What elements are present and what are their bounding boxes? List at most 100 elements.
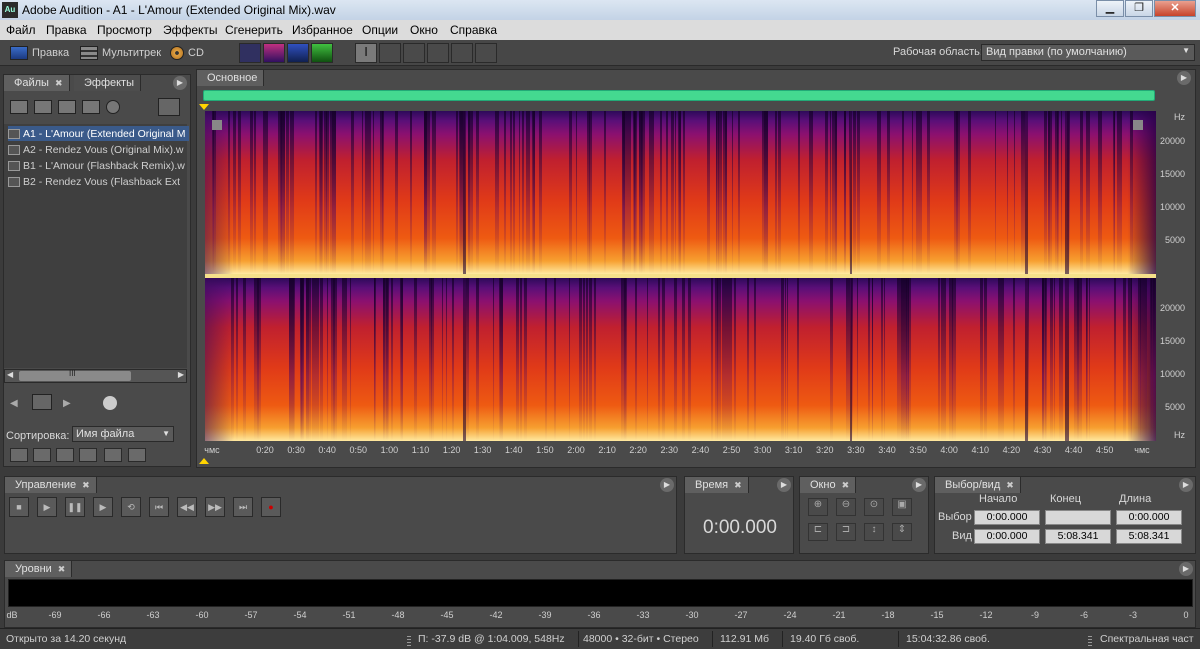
playhead-marker-icon[interactable] [199, 104, 209, 110]
view-start-field[interactable]: 0:00.000 [974, 529, 1040, 544]
open-file-icon[interactable] [10, 100, 28, 114]
close-icon[interactable]: ✕ [1154, 0, 1196, 17]
spot-healing-brush-icon[interactable] [451, 43, 473, 63]
zoom-left-edge-icon[interactable]: ⊏ [808, 523, 828, 541]
panel-menu-icon[interactable]: ▶ [912, 478, 926, 492]
panel-menu-icon[interactable]: ▶ [1177, 71, 1191, 85]
close-icon[interactable]: ✖ [734, 480, 742, 490]
menu-favorites[interactable]: Избранное [292, 23, 353, 37]
time-selection-tool-icon[interactable]: I [355, 43, 377, 63]
zoom-out-vertical-icon[interactable]: ⇕ [892, 523, 912, 541]
menu-help[interactable]: Справка [450, 23, 497, 37]
menu-effects[interactable]: Эффекты [163, 23, 218, 37]
preview-rewind-icon[interactable]: ◀ [10, 398, 18, 409]
tab-effects[interactable]: Эффекты [74, 75, 142, 91]
stop-button[interactable]: ■ [9, 497, 29, 517]
close-icon[interactable]: ✖ [58, 564, 66, 574]
view-end-field[interactable]: 5:08.341 [1045, 529, 1111, 544]
zoom-in-vertical-icon[interactable]: ↕ [864, 523, 884, 541]
selection-length-field[interactable]: 0:00.000 [1116, 510, 1182, 525]
insert-cd-icon[interactable] [106, 100, 120, 114]
zoom-selection-icon[interactable]: ▣ [892, 498, 912, 516]
close-icon[interactable]: ✖ [842, 480, 850, 490]
pause-button[interactable]: ❚❚ [65, 497, 85, 517]
selection-end-field[interactable] [1045, 510, 1111, 525]
preview-volume-knob-icon[interactable] [103, 396, 117, 410]
list-item[interactable]: A2 - Rendez Vous (Original Mix).w [8, 142, 189, 157]
time-ruler[interactable]: чмс чмс 0:20 0:30 0:40 0:50 1:00 1:10 1:20 1:30… [204, 445, 1156, 457]
spectral-display-right[interactable] [205, 278, 1156, 441]
list-item[interactable]: A1 - L'Amour (Extended Original M [8, 126, 189, 141]
playhead-marker-icon[interactable] [199, 458, 209, 464]
go-to-end-button[interactable]: ⏭ [233, 497, 253, 517]
sort-select[interactable]: Имя файла ▼ [72, 426, 174, 442]
audition-app-icon[interactable]: Au [2, 2, 18, 18]
menu-generate[interactable]: Сгенерить [225, 23, 283, 37]
file-info-icon[interactable] [158, 98, 180, 116]
maximize-icon[interactable]: ❐ [1125, 0, 1153, 17]
tab-selection-view[interactable]: Выбор/вид ✖ [935, 477, 1021, 493]
preview-play-icon[interactable]: ▶ [63, 398, 71, 409]
hybrid-tool-icon[interactable] [475, 43, 497, 63]
list-item[interactable]: B2 - Rendez Vous (Flashback Ext [8, 174, 189, 189]
tab-files[interactable]: Файлы ✖ [4, 75, 70, 91]
show-midi-icon[interactable] [79, 448, 97, 462]
zoom-out-horizontal-icon[interactable]: ⊖ [836, 498, 856, 516]
spectral-display-left[interactable] [205, 111, 1156, 274]
show-audio-icon[interactable] [10, 448, 28, 462]
menu-window[interactable]: Окно [410, 23, 438, 37]
zoom-right-edge-icon[interactable]: ⊐ [836, 523, 856, 541]
effects-paintbrush-icon[interactable] [427, 43, 449, 63]
zoom-in-horizontal-icon[interactable]: ⊕ [808, 498, 828, 516]
insert-multitrack-icon[interactable] [82, 100, 100, 114]
lasso-selection-icon[interactable] [403, 43, 425, 63]
play-from-cursor-button[interactable]: ▶ [93, 497, 113, 517]
menu-file[interactable]: Файл [6, 23, 36, 37]
show-full-path-icon[interactable] [104, 448, 122, 462]
panel-menu-icon[interactable]: ▶ [173, 76, 187, 90]
tab-transport[interactable]: Управление ✖ [5, 477, 97, 493]
spectral-frequency-icon[interactable] [263, 43, 285, 63]
tab-zoom[interactable]: Окно ✖ [800, 477, 857, 493]
workspace-select[interactable]: Вид правки (по умолчанию) ▼ [981, 44, 1195, 61]
scroll-thumb[interactable]: III [19, 369, 131, 381]
file-list-scrollbar[interactable]: ◀ III ▶ [4, 369, 187, 383]
show-video-icon[interactable] [56, 448, 74, 462]
selection-start-field[interactable]: 0:00.000 [974, 510, 1040, 525]
tab-main[interactable]: Основное [197, 70, 265, 86]
zoom-overview-bar[interactable] [203, 90, 1155, 101]
import-file-icon[interactable] [58, 100, 76, 114]
spectral-pan-icon[interactable] [287, 43, 309, 63]
scroll-right-icon[interactable]: ▶ [178, 370, 184, 379]
multitrack-view-button[interactable]: Мультитрек [80, 43, 161, 63]
play-button[interactable]: ▶ [37, 497, 57, 517]
preview-loop-icon[interactable] [32, 394, 52, 410]
close-icon[interactable]: ✖ [82, 480, 90, 490]
panel-menu-icon[interactable]: ▶ [1179, 562, 1193, 576]
cd-view-button[interactable]: CD [170, 43, 204, 63]
record-button[interactable]: ● [261, 497, 281, 517]
marquee-selection-icon[interactable] [379, 43, 401, 63]
close-file-icon[interactable] [34, 100, 52, 114]
show-loops-icon[interactable] [33, 448, 51, 462]
close-icon[interactable]: ✖ [55, 78, 63, 88]
tab-time[interactable]: Время ✖ [685, 477, 749, 493]
scroll-left-icon[interactable]: ◀ [7, 370, 13, 379]
show-details-icon[interactable] [128, 448, 146, 462]
rewind-button[interactable]: ◀◀ [177, 497, 197, 517]
go-to-start-button[interactable]: ⏮ [149, 497, 169, 517]
spectral-phase-icon[interactable] [311, 43, 333, 63]
zoom-corner-icon[interactable] [212, 120, 222, 130]
menu-edit[interactable]: Правка [46, 23, 87, 37]
zoom-out-full-icon[interactable]: ⊙ [864, 498, 884, 516]
menu-view[interactable]: Просмотр [97, 23, 152, 37]
minimize-icon[interactable]: ▁ [1096, 0, 1124, 17]
fast-forward-button[interactable]: ▶▶ [205, 497, 225, 517]
panel-menu-icon[interactable]: ▶ [777, 478, 791, 492]
loop-play-button[interactable]: ⟲ [121, 497, 141, 517]
view-length-field[interactable]: 5:08.341 [1116, 529, 1182, 544]
list-item[interactable]: B1 - L'Amour (Flashback Remix).w [8, 158, 189, 173]
tab-levels[interactable]: Уровни ✖ [5, 561, 73, 577]
close-icon[interactable]: ✖ [1006, 480, 1014, 490]
edit-view-button[interactable]: Правка [10, 43, 69, 63]
